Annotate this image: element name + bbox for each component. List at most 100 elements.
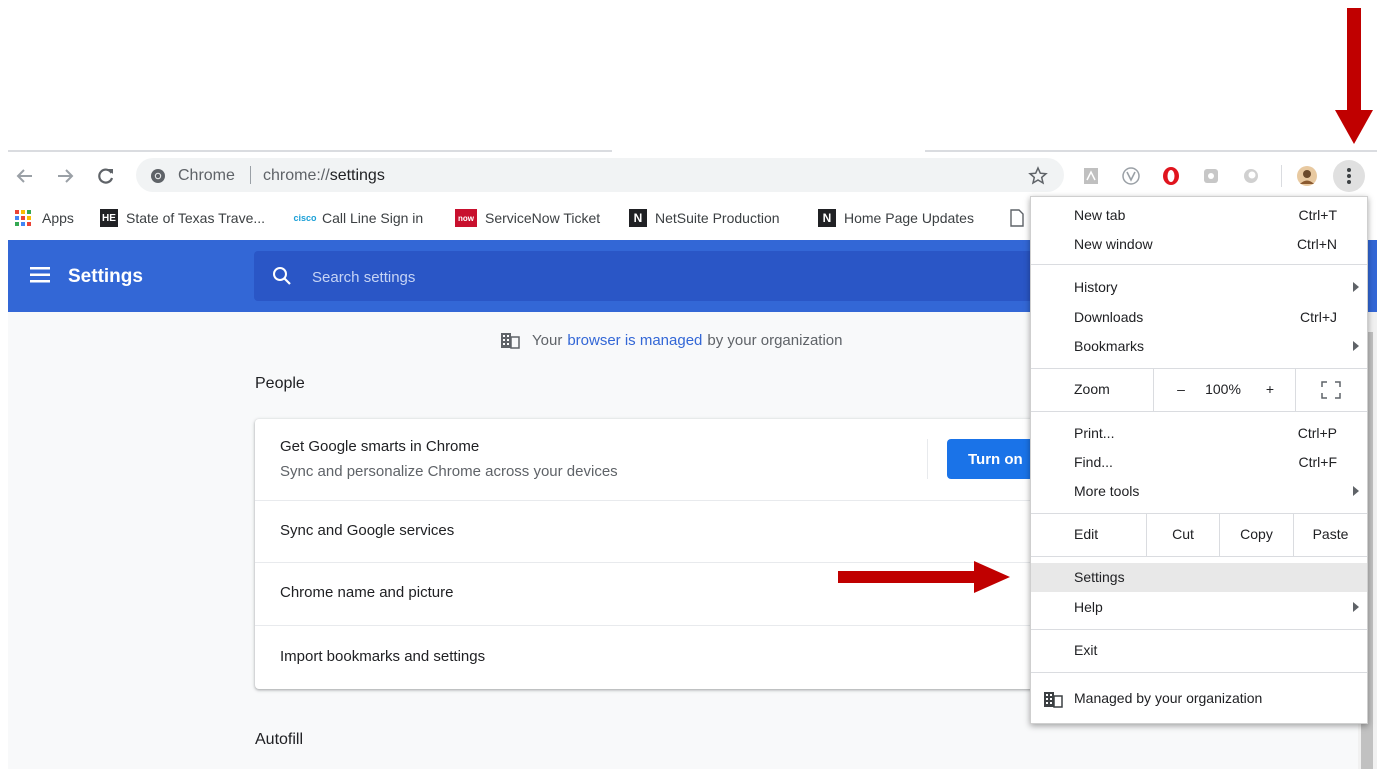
menu-label: Bookmarks (1074, 338, 1145, 354)
address-bar[interactable]: Chrome chrome://settings (136, 158, 1064, 192)
google-smarts-row: Get Google smarts in Chrome Sync and per… (255, 419, 1055, 500)
netsuite-n-icon: N (629, 209, 647, 227)
submenu-arrow-icon (1353, 282, 1359, 292)
menu-item-managed[interactable]: Managed by your organization (1031, 684, 1367, 713)
bookmark-apps[interactable]: Apps (14, 207, 74, 229)
menu-item-help[interactable]: Help (1031, 593, 1367, 622)
menu-separator (1031, 411, 1367, 412)
bookmark-label: Home Page Updates (844, 210, 974, 226)
netsuite-n-icon: N (818, 209, 836, 227)
back-button[interactable] (12, 163, 38, 189)
reload-button[interactable] (93, 163, 119, 189)
bookmark-label: Call Line Sign in (322, 210, 424, 226)
edit-label: Edit (1074, 526, 1099, 542)
omnibox-divider (250, 166, 251, 184)
tab-strip-line (925, 150, 1377, 152)
extension-opera-icon[interactable] (1160, 165, 1182, 187)
menu-item-bookmarks[interactable]: Bookmarks (1031, 332, 1367, 361)
smarts-subtitle: Sync and personalize Chrome across your … (280, 463, 618, 480)
building-icon (1044, 692, 1063, 708)
menu-item-history[interactable]: History (1031, 273, 1367, 302)
managed-prefix: Your (532, 331, 563, 349)
menu-shortcut: Ctrl+F (1298, 454, 1338, 470)
page-title: Settings (68, 266, 143, 287)
menu-item-print[interactable]: Print... Ctrl+P (1031, 419, 1367, 448)
bookmark-page[interactable] (1010, 207, 1024, 229)
bookmark-netsuite[interactable]: N NetSuite Production (629, 207, 780, 229)
bookmark-home-page-updates[interactable]: N Home Page Updates (818, 207, 974, 229)
bookmark-state-of-texas[interactable]: HE State of Texas Trave... (100, 207, 265, 229)
zoom-level: 100% (1205, 381, 1241, 397)
extension-v-icon[interactable] (1120, 165, 1142, 187)
forward-button[interactable] (52, 163, 78, 189)
reload-icon (98, 168, 114, 184)
submenu-arrow-icon (1353, 602, 1359, 612)
search-input[interactable] (312, 266, 912, 288)
he-logo-icon: HE (100, 209, 118, 227)
three-dots-vertical-icon (1347, 168, 1351, 184)
profile-avatar[interactable] (1296, 165, 1318, 187)
menu-label: New window (1074, 236, 1153, 252)
menu-item-new-window[interactable]: New window Ctrl+N (1031, 230, 1367, 259)
extension-circle-icon[interactable] (1240, 165, 1262, 187)
menu-label: Downloads (1074, 309, 1144, 325)
section-title-people: People (255, 375, 305, 392)
chrome-main-menu: New tab Ctrl+T New window Ctrl+N History… (1030, 196, 1368, 724)
menu-separator (1031, 629, 1367, 630)
red-arrow-down-icon (1335, 8, 1373, 144)
back-arrow-icon (16, 169, 32, 183)
menu-label: Print... (1074, 425, 1115, 441)
copy-button[interactable]: Copy (1220, 526, 1293, 542)
menu-label: Settings (1074, 569, 1125, 585)
menu-label: Exit (1074, 642, 1098, 658)
row-divider (927, 439, 928, 479)
omnibox-url[interactable]: chrome://settings (263, 167, 385, 185)
cell-divider (1295, 369, 1296, 411)
cut-button[interactable]: Cut (1147, 526, 1219, 542)
managed-banner: Your browser is managed by your organiza… (500, 330, 842, 350)
submenu-arrow-icon (1353, 341, 1359, 351)
paste-button[interactable]: Paste (1294, 526, 1367, 542)
bookmark-label: NetSuite Production (655, 210, 780, 226)
url-scheme: chrome:// (263, 167, 330, 184)
menu-item-exit[interactable]: Exit (1031, 636, 1367, 665)
bookmark-label: State of Texas Trave... (126, 210, 266, 226)
url-path: settings (329, 167, 385, 184)
hamburger-menu-icon[interactable] (30, 266, 52, 284)
zoom-out-button[interactable]: – (1171, 381, 1191, 397)
menu-item-new-tab[interactable]: New tab Ctrl+T (1031, 201, 1367, 230)
menu-zoom-row: Zoom – 100% + (1031, 369, 1367, 411)
chrome-logo-icon (151, 169, 165, 183)
red-arrow-right-icon (838, 561, 1010, 593)
fullscreen-icon[interactable] (1321, 381, 1341, 399)
zoom-in-button[interactable]: + (1260, 381, 1280, 397)
forward-arrow-icon (58, 169, 74, 183)
menu-item-settings[interactable]: Settings (1031, 563, 1367, 592)
extension-pdf-icon[interactable] (1080, 165, 1102, 187)
import-bookmarks-row[interactable]: Import bookmarks and settings (255, 625, 1055, 689)
row-label: Chrome name and picture (280, 584, 454, 601)
settings-search-box[interactable] (254, 251, 1044, 301)
menu-item-downloads[interactable]: Downloads Ctrl+J (1031, 303, 1367, 332)
menu-label: History (1074, 279, 1118, 295)
bookmark-star-icon[interactable] (1028, 166, 1048, 186)
avatar-icon (1297, 166, 1317, 186)
cisco-logo-icon: cisco (293, 213, 317, 223)
section-title-autofill: Autofill (255, 731, 304, 748)
omnibox-site-chip: Chrome (178, 167, 235, 184)
browser-managed-link[interactable]: browser is managed (567, 332, 702, 349)
menu-label: Help (1074, 599, 1103, 615)
menu-item-more-tools[interactable]: More tools (1031, 477, 1367, 506)
menu-shortcut: Ctrl+N (1296, 236, 1337, 252)
browser-toolbar: Chrome chrome://settings (0, 153, 1377, 197)
bookmark-servicenow[interactable]: now ServiceNow Ticket (455, 207, 600, 229)
chrome-menu-button[interactable] (1333, 160, 1365, 192)
menu-shortcut: Ctrl+T (1298, 207, 1338, 223)
menu-item-find[interactable]: Find... Ctrl+F (1031, 448, 1367, 477)
submenu-arrow-icon (1353, 486, 1359, 496)
sync-google-services-row[interactable]: Sync and Google services (255, 500, 1055, 562)
menu-label: New tab (1074, 207, 1126, 223)
extension-puzzle-icon[interactable] (1200, 165, 1222, 187)
bookmark-call-line[interactable]: cisco Call Line Sign in (293, 207, 424, 229)
tab-strip-line (8, 150, 612, 152)
